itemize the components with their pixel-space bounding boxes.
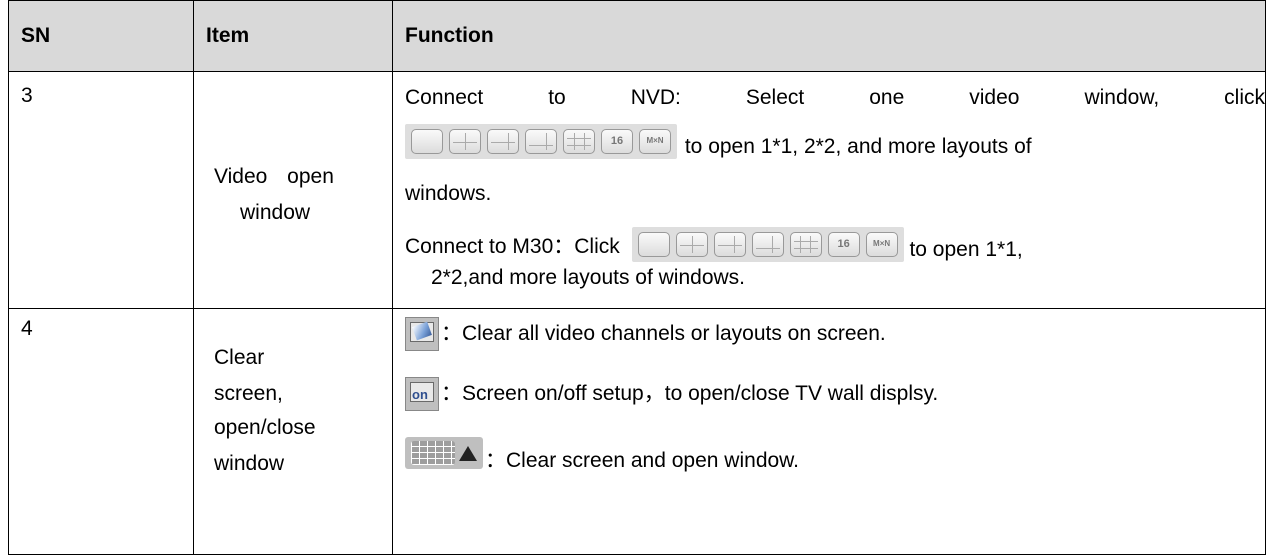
3-split-layout-icon[interactable]	[487, 129, 519, 154]
function-cell: Connect to NVD: Select one video window, click …	[392, 71, 1266, 309]
sn-cell: 3	[8, 71, 194, 309]
table-row: 3 Video open window Connect to NVD: Select o…	[8, 71, 1266, 309]
2x2-layout-icon[interactable]	[675, 232, 708, 257]
header-function: Function	[392, 0, 1266, 72]
4-split-layout-icon[interactable]	[751, 232, 784, 257]
sn-cell: 4	[8, 308, 194, 555]
1x1-layout-icon[interactable]	[637, 232, 670, 257]
mxn-layout-icon[interactable]: M×N	[639, 129, 671, 154]
table-header-row: SN Item Function	[8, 0, 1266, 72]
header-item: Item	[193, 0, 393, 72]
function-cell: ：Clear all video channels or layouts on …	[392, 308, 1266, 555]
nvd-line: Connect to NVD: Select one video window, click	[405, 86, 1265, 109]
4-split-layout-icon[interactable]	[525, 129, 557, 154]
2x2-layout-icon[interactable]	[449, 129, 481, 154]
16-layout-icon[interactable]: 16	[827, 232, 860, 257]
layout-icon-bar-m30: 16 M×N	[631, 227, 904, 262]
3-split-layout-icon[interactable]	[713, 232, 746, 257]
grid-open-window-icon[interactable]	[405, 437, 483, 469]
16-layout-icon[interactable]: 16	[601, 129, 633, 154]
item-cell: Clear screen, open/close window	[193, 308, 393, 555]
3x3-layout-icon[interactable]	[563, 129, 595, 154]
3x3-layout-icon[interactable]	[789, 232, 822, 257]
triangle-up-icon	[459, 445, 477, 461]
layout-icon-bar: 16 M×N	[405, 124, 677, 159]
clear-screen-icon[interactable]	[405, 317, 439, 351]
1x1-layout-icon[interactable]	[411, 129, 443, 154]
table-row: 4 Clear screen, open/close window ：Clear…	[8, 308, 1266, 555]
mxn-layout-icon[interactable]: M×N	[865, 232, 898, 257]
function-table: SN Item Function 3 Video open window Con…	[8, 0, 1266, 555]
header-sn: SN	[8, 0, 194, 72]
screen-on-icon[interactable]: on	[405, 377, 439, 411]
item-cell: Video open window	[193, 71, 393, 309]
